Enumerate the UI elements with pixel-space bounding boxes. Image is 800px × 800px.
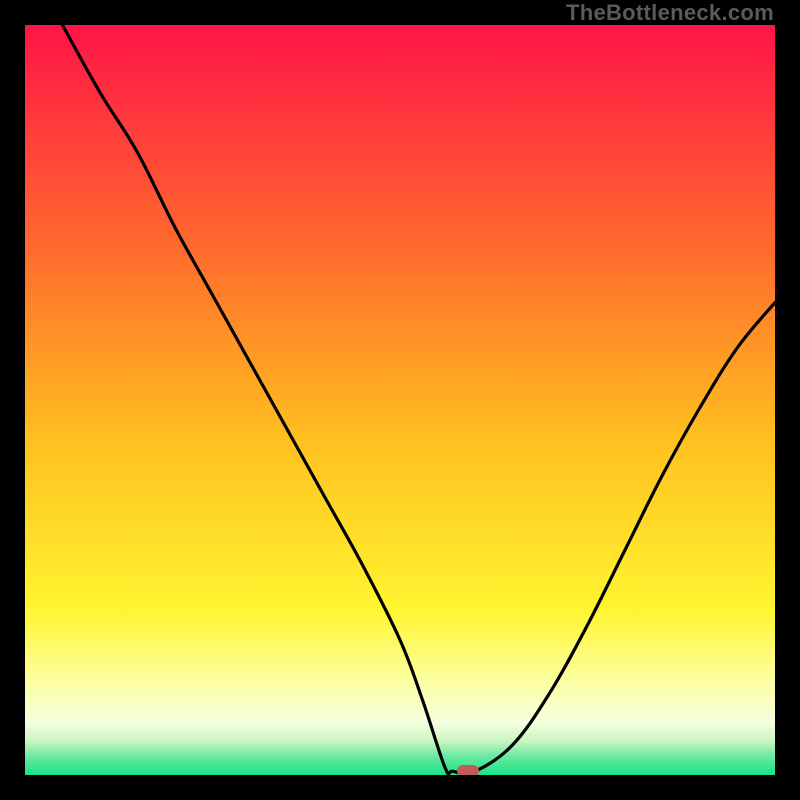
attribution-text: TheBottleneck.com <box>566 0 774 26</box>
curve-layer <box>25 25 775 775</box>
bottleneck-curve <box>63 25 776 774</box>
chart-frame: TheBottleneck.com <box>0 0 800 800</box>
optimal-marker <box>457 765 479 776</box>
plot-area <box>25 25 775 775</box>
